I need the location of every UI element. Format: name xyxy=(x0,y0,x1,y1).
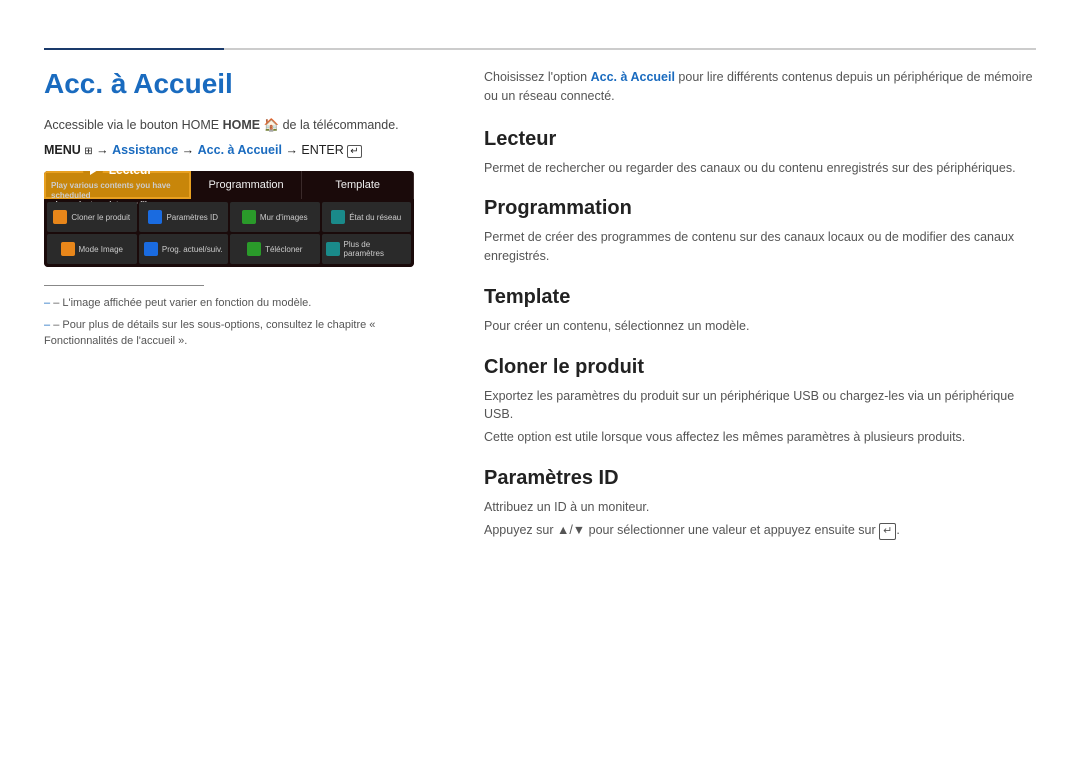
grid-item-plus: Plus de paramètres xyxy=(322,234,412,264)
play-icon xyxy=(83,171,103,180)
section-desc-cloner-1: Exportez les paramètres du produit sur u… xyxy=(484,387,1036,425)
section-cloner: Cloner le produit Exportez les paramètre… xyxy=(484,356,1036,447)
section-title-template: Template xyxy=(484,286,1036,309)
left-column: Acc. à Accueil Accessible via le bouton … xyxy=(44,68,444,560)
section-title-programmation: Programmation xyxy=(484,197,1036,220)
section-desc-cloner-2: Cette option est utile lorsque vous affe… xyxy=(484,428,1036,447)
play-triangle xyxy=(90,171,98,175)
tv-tab-programmation: Programmation xyxy=(191,171,303,199)
grid-item-mur: Mur d'images xyxy=(230,202,320,232)
section-title-cloner: Cloner le produit xyxy=(484,356,1036,379)
grid-icon-prog xyxy=(144,242,158,256)
top-rule xyxy=(44,48,1036,50)
grid-item-mode-image: Mode Image xyxy=(47,234,137,264)
note-1: – – L'image affichée peut varier en fonc… xyxy=(44,296,444,311)
grid-icon-parametres-id xyxy=(148,210,162,224)
notes-divider xyxy=(44,285,204,286)
section-title-parametres-id: Paramètres ID xyxy=(484,467,1036,490)
tv-tab-lecteur: Lecteur Play various contents you have s… xyxy=(44,171,191,199)
grid-icon-telecloner xyxy=(247,242,261,256)
section-desc-lecteur: Permet de rechercher ou regarder des can… xyxy=(484,159,1036,178)
tv-grid: Cloner le produit Paramètres ID Mur d'im… xyxy=(44,199,414,267)
section-desc-parametres-1: Attribuez un ID à un moniteur. xyxy=(484,498,1036,517)
section-parametres-id: Paramètres ID Attribuez un ID à un monit… xyxy=(484,467,1036,540)
accessible-text: Accessible via le bouton HOME HOME 🏠 de … xyxy=(44,118,444,133)
section-desc-template: Pour créer un contenu, sélectionnez un m… xyxy=(484,317,1036,336)
section-title-lecteur: Lecteur xyxy=(484,128,1036,151)
enter-icon: ↵ xyxy=(879,523,896,540)
tv-top-bar: Lecteur Play various contents you have s… xyxy=(44,171,414,199)
grid-item-prog: Prog. actuel/suiv. xyxy=(139,234,229,264)
menu-path: MENU ⊞ → Assistance → Acc. à Accueil → E… xyxy=(44,143,444,157)
grid-item-etat-reseau: État du réseau xyxy=(322,202,412,232)
grid-icon-plus xyxy=(326,242,340,256)
grid-item-parametres-id: Paramètres ID xyxy=(139,202,229,232)
page-title: Acc. à Accueil xyxy=(44,68,444,100)
section-desc-parametres-2: Appuyez sur ▲/▼ pour sélectionner une va… xyxy=(484,521,1036,540)
section-lecteur: Lecteur Permet de rechercher ou regarder… xyxy=(484,128,1036,178)
right-column: Choisissez l'option Acc. à Accueil pour … xyxy=(484,68,1036,560)
grid-item-cloner: Cloner le produit xyxy=(47,202,137,232)
note-2: – – Pour plus de détails sur les sous-op… xyxy=(44,318,444,349)
section-desc-programmation: Permet de créer des programmes de conten… xyxy=(484,228,1036,266)
grid-icon-mur xyxy=(242,210,256,224)
section-programmation: Programmation Permet de créer des progra… xyxy=(484,197,1036,266)
intro-text: Choisissez l'option Acc. à Accueil pour … xyxy=(484,68,1036,106)
grid-icon-cloner xyxy=(53,210,67,224)
grid-icon-mode-image xyxy=(61,242,75,256)
tv-mockup: Lecteur Play various contents you have s… xyxy=(44,171,414,267)
grid-icon-etat-reseau xyxy=(331,210,345,224)
section-template: Template Pour créer un contenu, sélectio… xyxy=(484,286,1036,336)
grid-item-telecloner: Télécloner xyxy=(230,234,320,264)
tv-tab-template: Template xyxy=(302,171,414,199)
